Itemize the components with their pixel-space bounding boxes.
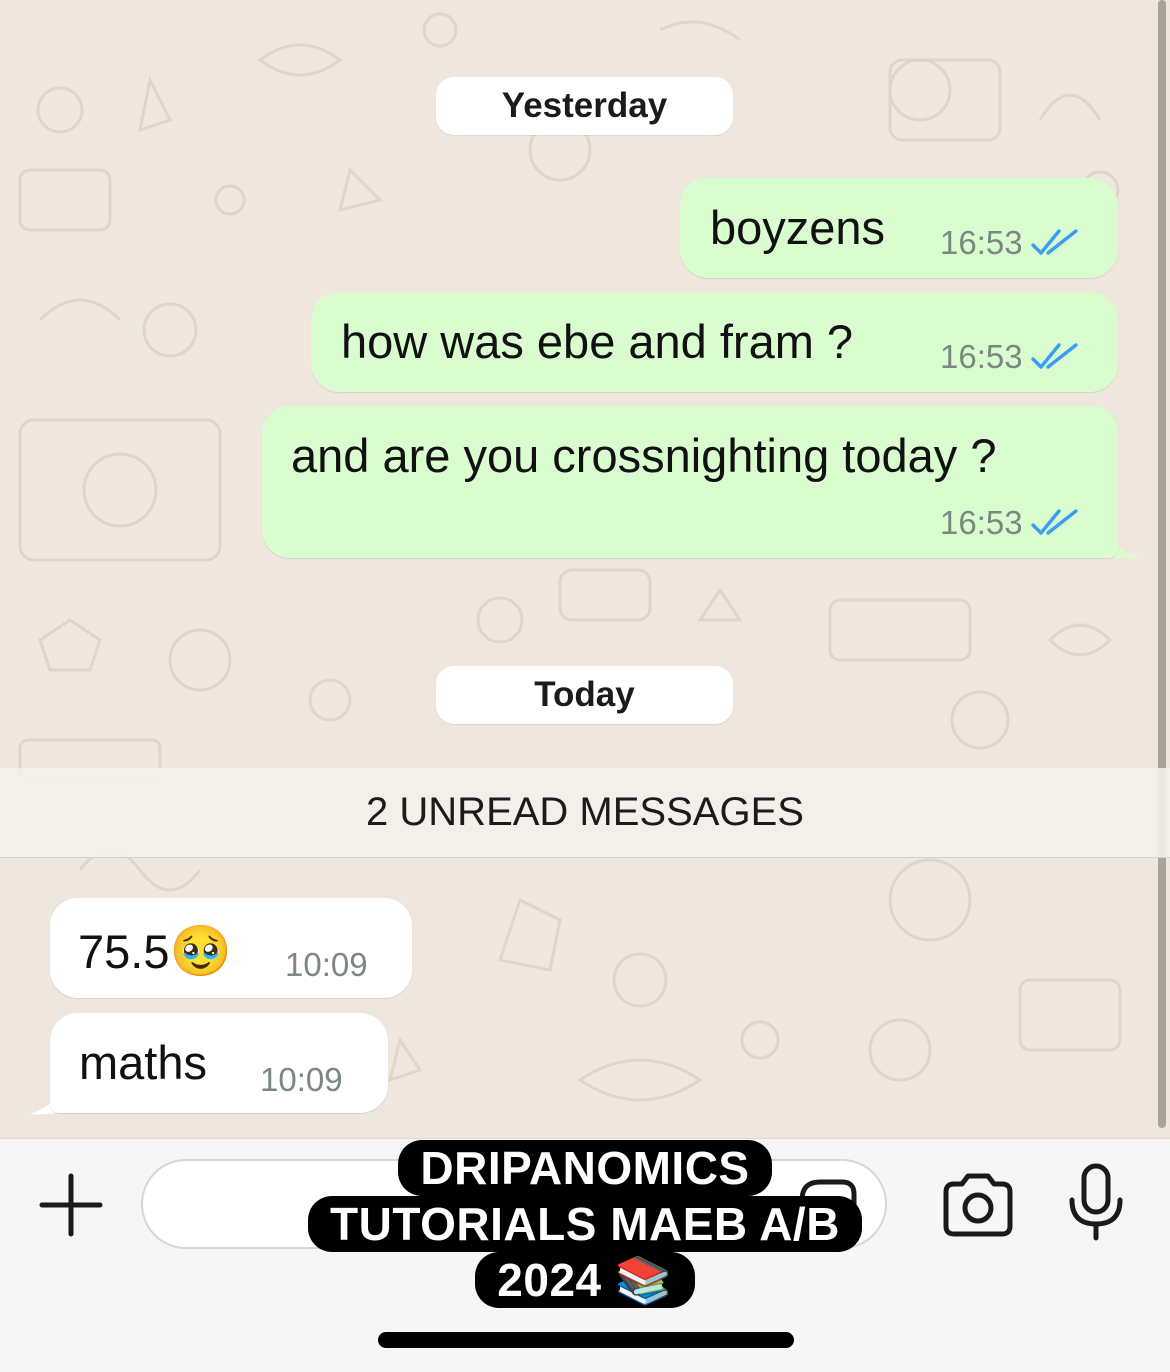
watermark-line-3: 2024 📚 bbox=[475, 1252, 695, 1308]
scrollbar[interactable] bbox=[1158, 0, 1166, 1128]
message-time: 16:53 bbox=[940, 504, 1023, 541]
double-check-read-icon bbox=[1030, 229, 1078, 255]
watermark-line-1: DRIPANOMICS bbox=[398, 1140, 772, 1196]
message-time: 16:53 bbox=[940, 224, 1023, 261]
message-text: how was ebe and fram ? bbox=[341, 315, 854, 368]
message-meta: 16:53 bbox=[940, 504, 1079, 542]
incoming-message[interactable]: maths 10:09 bbox=[50, 1013, 388, 1113]
incoming-message[interactable]: 75.5🥹 10:09 bbox=[50, 898, 412, 998]
message-text: and are you crossnighting today ? bbox=[291, 429, 997, 482]
unread-messages-banner: 2 UNREAD MESSAGES bbox=[0, 768, 1170, 858]
outgoing-message[interactable]: boyzens 16:53 bbox=[680, 178, 1118, 278]
message-time: 16:53 bbox=[940, 338, 1023, 375]
date-separator-yesterday: Yesterday bbox=[436, 77, 733, 135]
double-check-read-icon bbox=[1030, 509, 1078, 535]
chat-area[interactable]: Yesterday boyzens 16:53 how was ebe and … bbox=[0, 0, 1170, 1138]
home-indicator[interactable] bbox=[378, 1332, 794, 1348]
double-check-read-icon bbox=[1030, 343, 1078, 369]
message-text: maths bbox=[79, 1036, 207, 1089]
outgoing-message[interactable]: how was ebe and fram ? 16:53 bbox=[311, 292, 1118, 392]
message-meta: 16:53 bbox=[940, 338, 1079, 376]
message-meta: 16:53 bbox=[940, 224, 1079, 262]
message-time: 10:09 bbox=[260, 1061, 343, 1098]
message-text-value: 75.5 bbox=[78, 925, 170, 978]
message-time: 10:09 bbox=[285, 946, 368, 983]
date-separator-today: Today bbox=[436, 666, 733, 724]
watermark-line-2: TUTORIALS MAEB A/B bbox=[308, 1196, 862, 1252]
watermark-overlay: DRIPANOMICS TUTORIALS MAEB A/B 2024 📚 bbox=[0, 1140, 1170, 1308]
pleading-face-emoji: 🥹 bbox=[169, 923, 232, 979]
message-text: boyzens bbox=[710, 201, 886, 254]
outgoing-message[interactable]: and are you crossnighting today ? 16:53 bbox=[262, 406, 1118, 558]
message-text: 75.5🥹 bbox=[78, 922, 232, 981]
